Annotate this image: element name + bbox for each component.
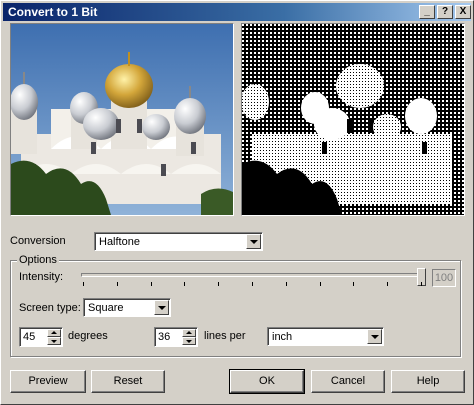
original-preview-image: [11, 24, 233, 215]
slider-tick: [150, 282, 152, 286]
chevron-down-icon[interactable]: [154, 300, 169, 315]
chevron-down-icon[interactable]: [246, 234, 261, 249]
slider-tick: [83, 282, 84, 286]
frequency-spinner[interactable]: 36: [154, 327, 198, 347]
slider-tick: [184, 282, 186, 286]
ok-button[interactable]: OK: [229, 369, 305, 394]
conversion-value: Halftone: [99, 236, 140, 248]
help-button[interactable]: Help: [391, 370, 465, 393]
intensity-value: 100: [432, 269, 456, 287]
intensity-slider-track[interactable]: [81, 273, 423, 277]
screen-type-select[interactable]: Square: [83, 298, 171, 317]
slider-tick: [116, 282, 118, 286]
title-bar[interactable]: Convert to 1 Bit _ ? X: [3, 3, 471, 21]
convert-dialog: Convert to 1 Bit _ ? X Conversion Halfto…: [0, 0, 474, 405]
close-button[interactable]: X: [455, 5, 471, 19]
spin-down-icon[interactable]: [182, 337, 196, 345]
frequency-unit-label: lines per: [204, 330, 246, 342]
spin-down-icon[interactable]: [47, 337, 61, 345]
screen-type-label: Screen type:: [19, 302, 81, 314]
options-legend: Options: [17, 254, 59, 266]
screen-type-value: Square: [88, 302, 124, 314]
angle-value: 45: [23, 331, 36, 343]
slider-tick: [353, 282, 355, 286]
dialog-title: Convert to 1 Bit: [8, 5, 98, 19]
result-preview-image: [242, 24, 464, 215]
cancel-button[interactable]: Cancel: [311, 370, 385, 393]
frequency-value: 36: [158, 331, 171, 343]
chevron-down-icon[interactable]: [367, 329, 382, 344]
preview-button[interactable]: Preview: [10, 370, 86, 393]
spin-up-icon[interactable]: [47, 329, 61, 337]
original-preview: [10, 23, 234, 216]
angle-spinner[interactable]: 45: [19, 327, 63, 347]
units-value: inch: [272, 331, 293, 343]
slider-tick: [319, 282, 321, 286]
intensity-label: Intensity:: [19, 271, 64, 283]
minimize-button[interactable]: _: [419, 5, 435, 19]
reset-button[interactable]: Reset: [91, 370, 165, 393]
slider-tick: [285, 282, 287, 286]
slider-tick: [387, 282, 389, 286]
spin-up-icon[interactable]: [182, 329, 196, 337]
conversion-label: Conversion: [10, 235, 66, 247]
result-preview: [241, 23, 465, 216]
slider-tick: [252, 282, 253, 286]
slider-tick: [218, 282, 220, 286]
units-select[interactable]: inch: [267, 327, 384, 346]
angle-unit-label: degrees: [68, 330, 108, 342]
slider-tick: [421, 282, 422, 286]
help-title-button[interactable]: ?: [437, 5, 453, 19]
conversion-select[interactable]: Halftone: [94, 232, 263, 251]
